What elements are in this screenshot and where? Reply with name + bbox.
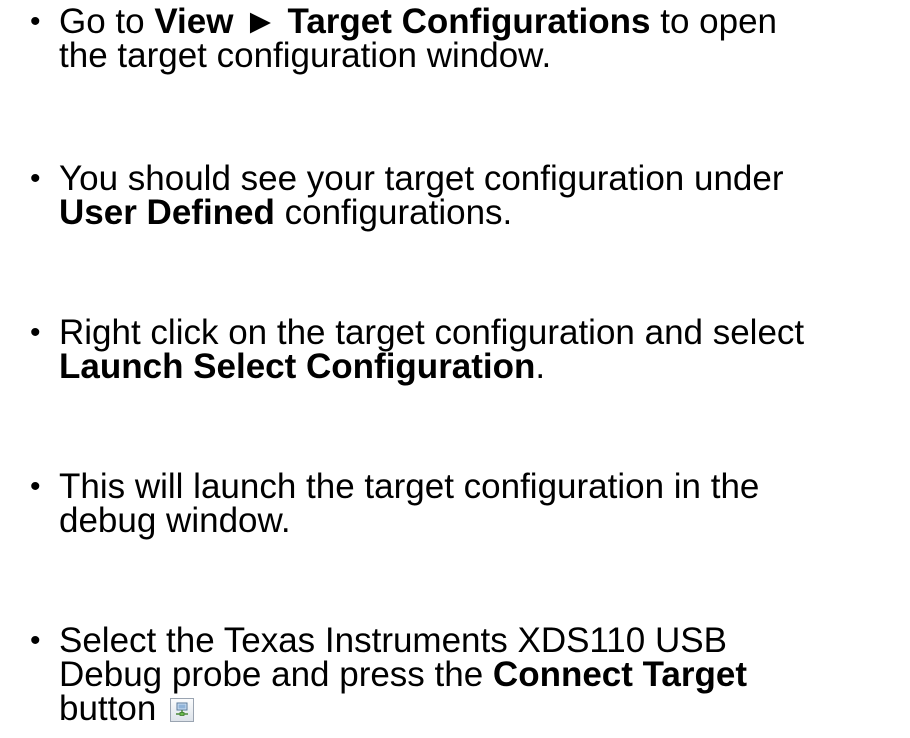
- text-line: debug window.: [59, 501, 291, 540]
- bullet-point: •: [30, 470, 41, 503]
- bullet-point: •: [30, 624, 41, 657]
- bullet-point: •: [30, 162, 41, 195]
- list-item-text: Go to View ► Target Configurations to op…: [59, 2, 910, 75]
- connect-target-icon: [170, 698, 195, 722]
- text-line: This will launch the target configuratio…: [59, 467, 760, 506]
- text-line: Go to View ► Target Configurations to op…: [59, 2, 777, 41]
- list-item-text: Select the Texas Instruments XDS110 USB …: [59, 621, 910, 726]
- text-line: Select the Texas Instruments XDS110 USB: [59, 621, 727, 660]
- list-item-text: This will launch the target configuratio…: [59, 467, 910, 540]
- text-line: You should see your target configuration…: [59, 159, 784, 198]
- user-defined-emphasis: User Defined: [59, 193, 275, 232]
- connect-target-emphasis: Connect Target: [492, 655, 748, 694]
- text-line: Debug probe and press the Connect Target: [59, 655, 748, 694]
- list-item-text: Right click on the target configuration …: [59, 313, 910, 386]
- text-line: button: [59, 691, 910, 726]
- text-line: Right click on the target configuration …: [59, 313, 805, 352]
- list-item-text: You should see your target configuration…: [59, 159, 910, 232]
- bullet-point: •: [30, 5, 41, 38]
- text-line: User Defined configurations.: [59, 193, 513, 232]
- bullet-point: •: [30, 316, 41, 349]
- text-line: the target configuration window.: [59, 36, 552, 75]
- text-line: Launch Select Configuration.: [59, 347, 546, 386]
- launch-configuration-emphasis: Launch Select Configuration: [59, 347, 536, 386]
